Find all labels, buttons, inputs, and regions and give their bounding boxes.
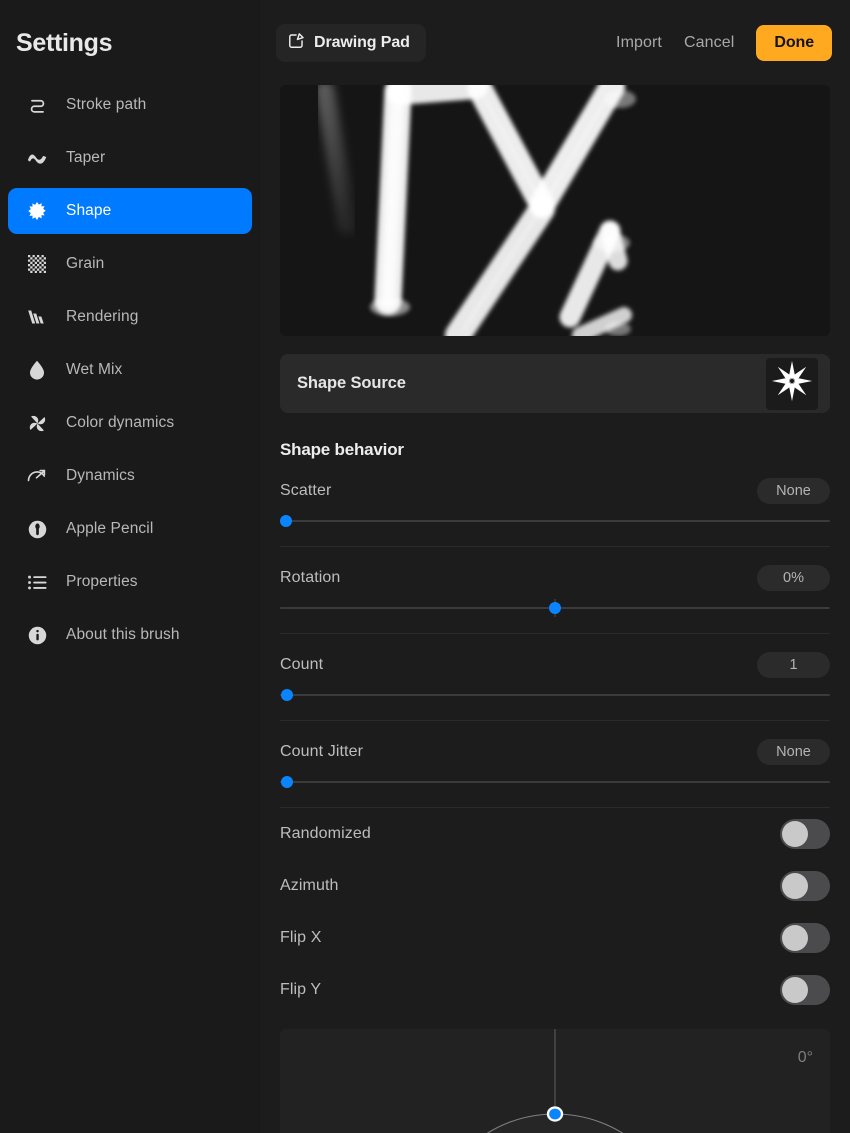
shape-starburst-icon: [24, 201, 50, 221]
pencil-square-icon: [288, 32, 305, 54]
sidebar-item-apple-pencil[interactable]: Apple Pencil: [8, 506, 252, 552]
toggle-row-randomized: Randomized: [280, 808, 830, 860]
drawing-pad-label: Drawing Pad: [314, 33, 410, 51]
droplet-icon: [24, 360, 50, 380]
sidebar-item-about-this-brush[interactable]: About this brush: [8, 612, 252, 658]
shape-settings-panel: Drawing Pad Import Cancel Done Shape Sou…: [260, 0, 850, 1133]
grain-checker-icon: [24, 255, 50, 273]
color-dynamics-icon: [24, 414, 50, 433]
flip-y-label: Flip Y: [280, 981, 322, 998]
dynamics-gauge-icon: [24, 468, 50, 484]
slider-track: [280, 781, 830, 783]
slider-row-scatter: Scatter None: [279, 460, 830, 532]
rotation-value[interactable]: 0%: [757, 564, 830, 591]
toggle-row-azimuth: Azimuth: [280, 860, 830, 912]
sidebar-item-taper[interactable]: Taper: [8, 135, 252, 181]
sidebar-item-label: Dynamics: [66, 467, 135, 484]
randomized-label: Randomized: [280, 825, 371, 842]
flip-x-label: Flip X: [280, 929, 322, 946]
scatter-label: Scatter: [280, 481, 332, 499]
sidebar-item-shape[interactable]: Shape: [8, 188, 252, 234]
done-button[interactable]: Done: [756, 24, 832, 61]
count-jitter-label: Count Jitter: [280, 742, 364, 760]
slider-track: [280, 694, 830, 696]
toggle-knob: [782, 925, 808, 951]
azimuth-toggle[interactable]: [780, 871, 830, 901]
scatter-value[interactable]: None: [757, 477, 830, 504]
flip-x-toggle[interactable]: [780, 923, 830, 953]
sidebar-item-label: Wet Mix: [66, 361, 123, 378]
sidebar-item-label: Shape: [66, 202, 112, 219]
rotation-label: Rotation: [280, 568, 341, 586]
sidebar-item-stroke-path[interactable]: Stroke path: [8, 82, 252, 128]
slider-thumb[interactable]: [549, 602, 561, 614]
count-jitter-value[interactable]: None: [757, 738, 830, 765]
slider-thumb[interactable]: [279, 515, 292, 527]
count-value[interactable]: 1: [757, 651, 830, 678]
brush-settings-window: Settings Stroke path Taper Shape Grain R…: [0, 0, 850, 1133]
toolbar-actions: Import Cancel Done: [616, 24, 832, 61]
sidebar-item-wet-mix[interactable]: Wet Mix: [8, 347, 252, 393]
sidebar-item-color-dynamics[interactable]: Color dynamics: [8, 400, 252, 446]
sidebar-item-grain[interactable]: Grain: [8, 241, 252, 287]
slider-row-count: Count 1: [280, 634, 830, 706]
rotation-slider[interactable]: [280, 597, 830, 619]
page-title: Settings: [16, 29, 113, 57]
sidebar-item-label: Apple Pencil: [66, 520, 154, 537]
sidebar-item-label: Properties: [66, 573, 138, 590]
angle-value: 0°: [797, 1049, 813, 1066]
toggle-knob: [782, 821, 808, 847]
settings-sidebar: Settings Stroke path Taper Shape Grain R…: [0, 0, 260, 1133]
toggle-knob: [782, 977, 808, 1003]
sidebar-item-properties[interactable]: Properties: [8, 559, 252, 605]
sidebar-item-label: Grain: [66, 255, 105, 272]
list-icon: [24, 575, 50, 590]
toggle-knob: [782, 873, 808, 899]
sidebar-item-dynamics[interactable]: Dynamics: [8, 453, 252, 499]
taper-icon: [24, 151, 50, 165]
flip-y-toggle[interactable]: [780, 975, 830, 1005]
slider-track: [280, 520, 830, 522]
import-button[interactable]: Import: [616, 34, 662, 52]
toggle-row-flip-x: Flip X: [280, 912, 830, 964]
sidebar-item-label: Taper: [66, 149, 106, 166]
azimuth-label: Azimuth: [280, 877, 339, 894]
randomized-toggle[interactable]: [780, 819, 830, 849]
count-slider[interactable]: [280, 684, 830, 706]
shape-source-label: Shape Source: [297, 374, 406, 392]
info-icon: [24, 626, 50, 645]
slider-row-rotation: Rotation 0%: [280, 547, 830, 619]
panel-toolbar: Drawing Pad Import Cancel Done: [260, 0, 850, 85]
shape-source-thumbnail[interactable]: [766, 357, 818, 410]
toggle-row-flip-y: Flip Y: [280, 964, 830, 1016]
count-jitter-slider[interactable]: [280, 771, 830, 793]
drawing-pad-button[interactable]: Drawing Pad: [276, 23, 426, 62]
starburst-shape-icon: [769, 358, 815, 409]
stroke-path-icon: [24, 96, 50, 115]
sidebar-item-label: Stroke path: [66, 96, 147, 113]
slider-thumb[interactable]: [280, 689, 293, 701]
sidebar-item-rendering[interactable]: Rendering: [8, 294, 252, 340]
cancel-button[interactable]: Cancel: [684, 34, 734, 52]
count-label: Count: [280, 655, 324, 673]
sidebar-item-label: About this brush: [66, 626, 180, 643]
sidebar-item-label: Color dynamics: [66, 414, 175, 431]
angle-picker[interactable]: 0°: [280, 1029, 830, 1133]
apple-pencil-icon: [24, 520, 50, 539]
scatter-slider[interactable]: [279, 510, 830, 532]
sidebar-item-label: Rendering: [66, 308, 139, 325]
slider-thumb[interactable]: [280, 776, 293, 788]
settings-nav-list: Stroke path Taper Shape Grain Rendering …: [0, 82, 260, 658]
brush-stroke-preview[interactable]: [280, 85, 830, 336]
shape-behavior-heading: Shape behavior: [280, 440, 404, 459]
rendering-icon: [24, 309, 50, 325]
slider-row-count-jitter: Count Jitter None: [280, 721, 830, 793]
shape-source-row[interactable]: Shape Source: [280, 354, 830, 413]
